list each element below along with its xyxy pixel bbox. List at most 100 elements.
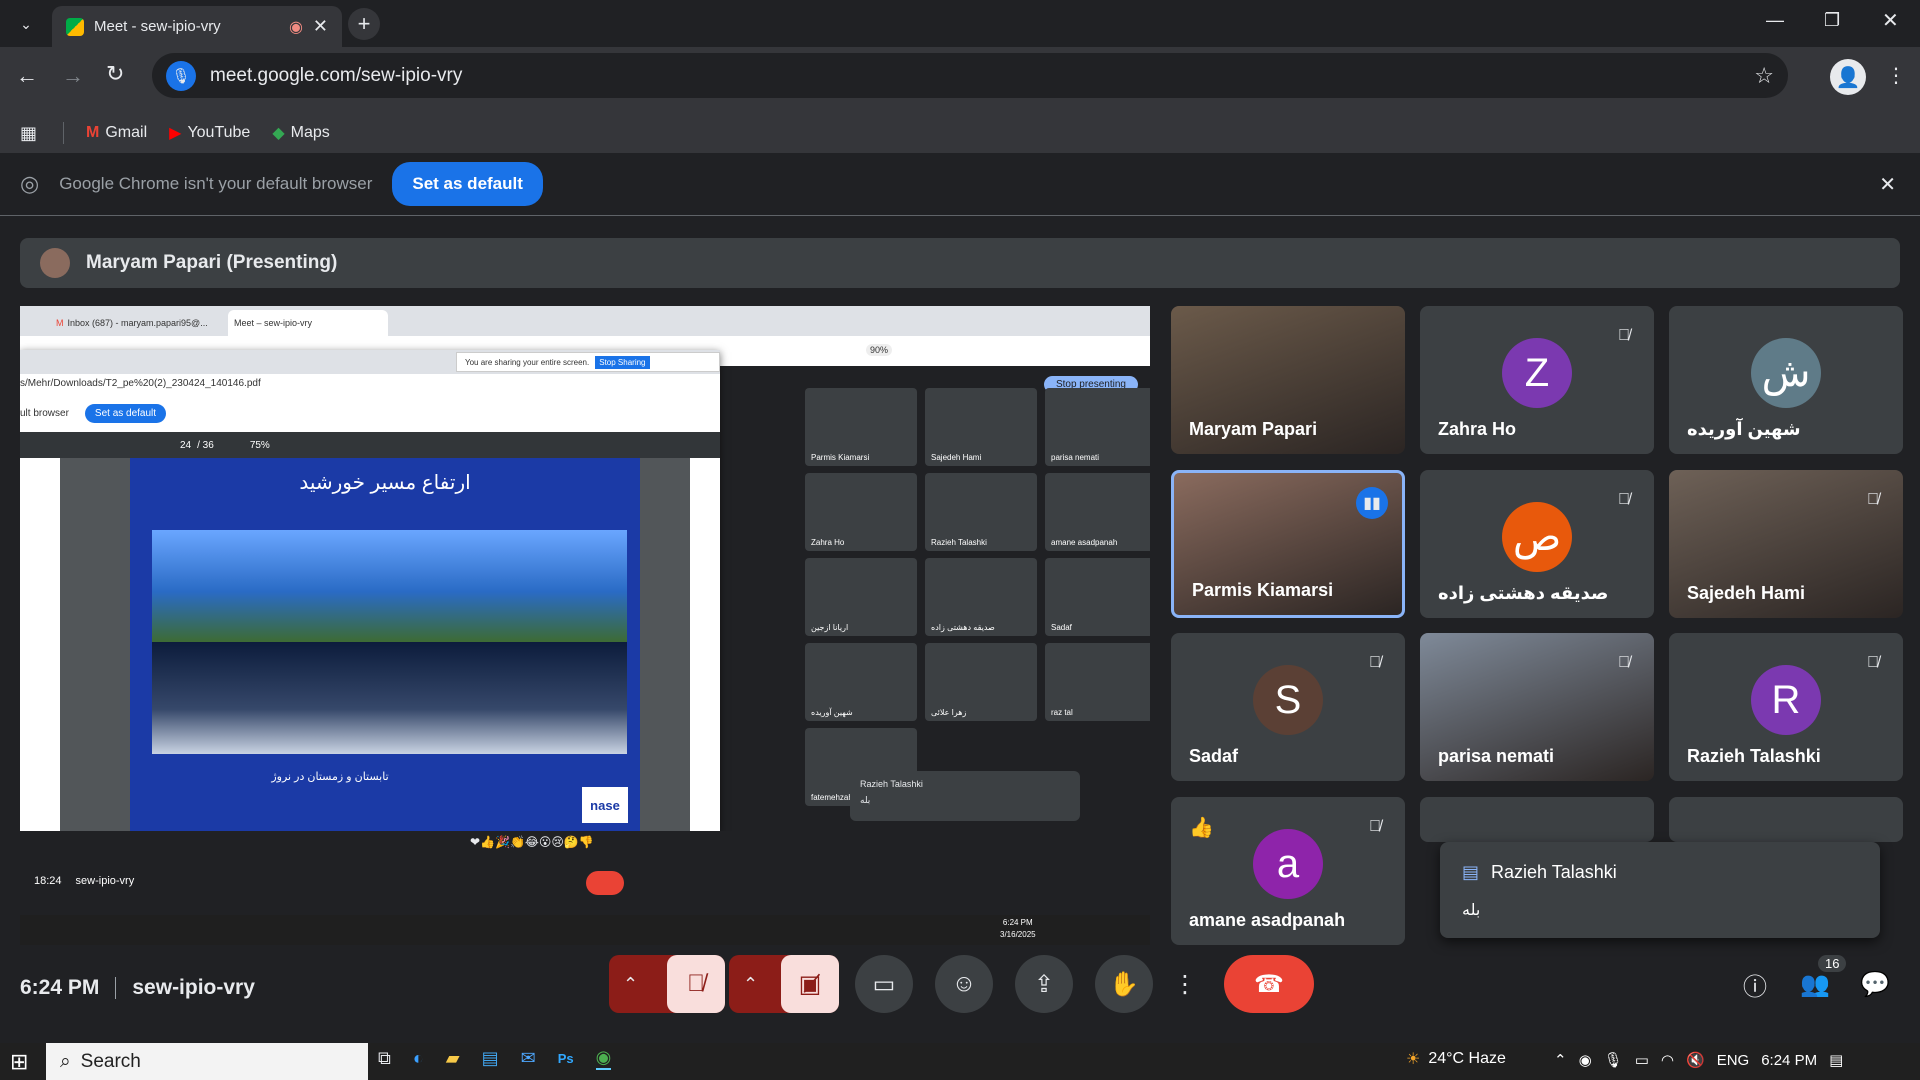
captions-button[interactable]: ▭ [855,955,913,1013]
mini-tile: Zahra Ho [805,473,917,551]
tab-search-chevron-icon[interactable]: ⌄ [14,12,38,36]
tab-close-icon[interactable]: ✕ [313,16,328,37]
pdf-viewport: ارتفاع مسیر خورشید تابستان و زمستان در ن… [60,458,690,831]
infobar-text: Google Chrome isn't your default browser [59,174,373,193]
inner-code: sew-ipio-vry [75,875,135,887]
weather-widget[interactable]: ☀ 24°C Haze [1406,1049,1506,1069]
chat-panel-icon[interactable]: 💬 [1846,955,1904,1013]
emoji-reaction-button[interactable]: ☺ [935,955,993,1013]
leave-call-button[interactable]: ☎ [1224,955,1314,1013]
inner-tab-label: Meet – sew-ipio-vry [234,318,313,328]
meeting-info-icon[interactable]: ⓘ [1726,955,1784,1013]
mini-tile: Parmis Kiamarsi [805,388,917,466]
battery-icon[interactable]: ▭ [1635,1051,1649,1069]
mic-muted-icon[interactable]: 🎙̸ [667,955,725,1013]
notifications-icon[interactable]: ▤ [1829,1051,1843,1069]
profile-avatar-icon[interactable]: 👤 [1830,59,1866,95]
participant-tile[interactable]: Parmis Kiamarsi ▮▮ [1171,470,1405,618]
microphone-icon[interactable]: 🎙 [1604,1051,1623,1069]
wifi-icon[interactable]: ◠ [1661,1051,1674,1069]
task-view-icon[interactable]: ⧉ [378,1048,391,1069]
apps-grid-icon[interactable]: ▦ [20,123,37,144]
windows-start-icon[interactable]: ⊞ [10,1049,28,1075]
mini-tile-name: Razieh Talashki [931,538,987,547]
bookmark-star-icon[interactable]: ☆ [1754,63,1774,89]
restore-icon[interactable]: ❐ [1824,10,1840,31]
participant-tile[interactable]: Sajedeh Hami 🎙̸ [1669,470,1903,618]
divider [63,122,65,144]
search-placeholder: Search [80,1050,141,1072]
address-bar[interactable]: 🎙 meet.google.com/sew-ipio-vry ☆ [152,53,1788,98]
present-screen-button[interactable]: ⇪ [1015,955,1073,1013]
reload-icon[interactable]: ↻ [106,61,124,87]
camera-off-icon[interactable]: ▣̸ [781,955,839,1013]
weather-text: 24°C Haze [1428,1050,1506,1067]
taskbar-clock[interactable]: 6:24 PM [1761,1052,1817,1069]
participant-tile-partial[interactable] [1669,797,1903,842]
participant-avatar: ص [1502,502,1572,572]
mini-tile-name: اریانا ازجین [811,623,849,632]
bookmark-maps[interactable]: ◆ Maps [272,123,329,143]
mic-off-icon: 🎙̸ [1867,491,1879,508]
tray-chevron-icon[interactable]: ⌃ [1554,1051,1567,1069]
window-close-icon[interactable]: ✕ [1882,8,1899,33]
video-options-chevron-icon[interactable]: ⌃ [743,974,758,995]
bookmark-youtube[interactable]: ▶ YouTube [169,123,250,143]
system-tray: ⌃ ◉ 🎙 ▭ ◠ 🔇 ENG 6:24 PM ▤ [1554,1051,1843,1070]
participant-tile[interactable]: a amane asadpanah 🎙̸ 👍 [1171,797,1405,945]
mic-in-use-icon[interactable]: 🎙 [166,60,196,91]
reaction-icon: 👍 [1189,817,1214,839]
record-icon[interactable]: ◉ [1579,1051,1592,1069]
store-icon[interactable]: ▤ [482,1048,499,1069]
infobar-close-icon[interactable]: ✕ [1879,172,1896,197]
menu-kebab-icon[interactable]: ⋮ [1886,63,1906,88]
participant-tile-partial[interactable] [1420,797,1654,842]
participant-tile[interactable]: parisa nemati 🎙̸ [1420,633,1654,781]
tab-meet[interactable]: Meet - sew-ipio-vry ◉ ✕ [52,6,342,47]
chrome-taskbar-icon[interactable]: ◉ [595,1047,612,1070]
file-explorer-icon[interactable]: ▰ [446,1048,460,1069]
participant-tile[interactable]: S Sadaf 🎙̸ [1171,633,1405,781]
mic-off-icon: 🎙̸ [1618,654,1630,671]
participant-tile[interactable]: Z Zahra Ho 🎙̸ [1420,306,1654,454]
mini-tile: Sajedeh Hami [925,388,1037,466]
minimize-icon[interactable]: — [1766,10,1784,31]
edge-icon[interactable]: ◐ [413,1048,424,1069]
inner-tab-inbox: M Inbox (687) - maryam.papari95@... [56,310,226,336]
chat-popup[interactable]: ▤ Razieh Talashki بله [1440,842,1880,938]
participant-tile[interactable]: ش شهین آوریده [1669,306,1903,454]
volume-muted-icon[interactable]: 🔇 [1686,1051,1705,1069]
participant-name: amane asadpanah [1189,910,1346,930]
inner-tray-date: 3/16/2025 [1000,930,1036,939]
back-icon[interactable]: ← [16,63,38,89]
slide-title: ارتفاع مسیر خورشید [299,472,471,494]
participant-name: parisa nemati [1438,746,1555,766]
forward-icon[interactable]: → [62,63,84,89]
photoshop-icon[interactable]: Ps [558,1051,574,1066]
more-options-button[interactable]: ⋮ [1163,955,1207,1013]
raise-hand-button[interactable]: ✋ [1095,955,1153,1013]
participant-tile[interactable]: ص صدیقه دهشتی زاده 🎙̸ [1420,470,1654,618]
taskbar-search[interactable]: ⌕ Search [46,1043,368,1080]
mini-tile-name: Zahra Ho [811,538,845,547]
mini-tile: صدیقه دهشتی زاده [925,558,1037,636]
slide-photo-summer [152,530,627,642]
audio-options-chevron-icon[interactable]: ⌃ [623,974,638,995]
new-tab-button[interactable]: + [348,8,380,40]
shared-screen: M Inbox (687) - maryam.papari95@... Meet … [20,306,1150,831]
mic-off-icon: 🎙̸ [1369,818,1381,835]
participant-tile[interactable]: Maryam Papari [1171,306,1405,454]
participant-name: Sadaf [1189,746,1239,766]
mail-icon[interactable]: ✉ [521,1048,536,1069]
set-default-button[interactable]: Set as default [392,162,543,206]
inner-chat-sender: Razieh Talashki [860,779,923,789]
participant-tile[interactable]: R Razieh Talashki 🎙̸ [1669,633,1903,781]
bookmark-label: YouTube [187,124,251,141]
inner-tab-meet: Meet – sew-ipio-vry [228,310,388,336]
mini-tile-name: parisa nemati [1051,453,1100,462]
language-indicator[interactable]: ENG [1717,1052,1750,1069]
participant-name: Sajedeh Hami [1687,583,1806,603]
participant-avatar: a [1253,829,1323,899]
bookmark-gmail[interactable]: M Gmail [86,124,147,142]
mini-tile-name: Parmis Kiamarsi [811,453,870,462]
